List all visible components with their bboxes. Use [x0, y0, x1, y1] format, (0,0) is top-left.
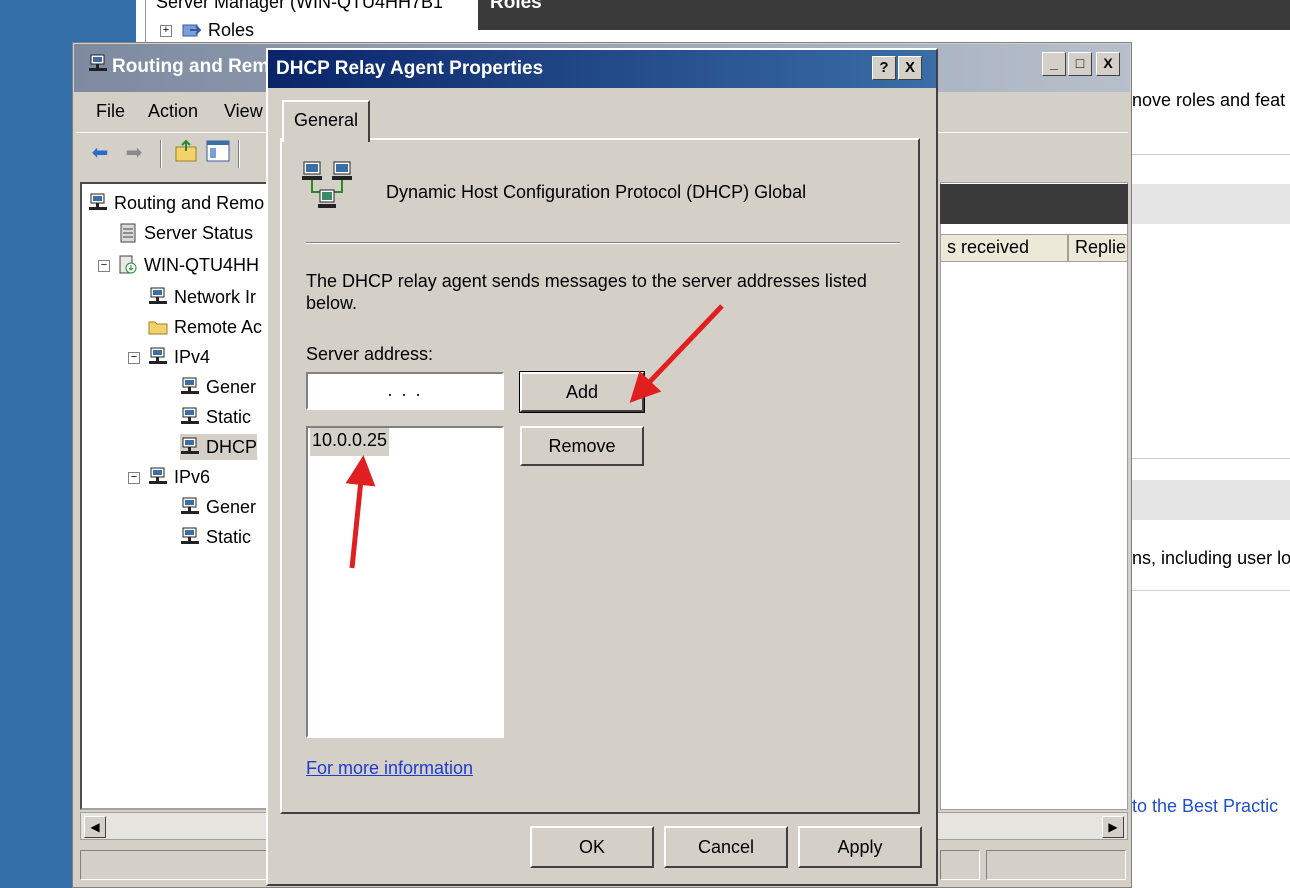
network-icon [148, 467, 168, 487]
show-hide-tree-icon[interactable] [204, 138, 232, 168]
separator [306, 242, 900, 244]
column-header-replies[interactable]: Replie [1068, 234, 1128, 262]
maximize-button[interactable]: □ [1068, 52, 1092, 76]
tree-item-label: Network Ir [174, 286, 257, 307]
tree-item-ipv4[interactable]: IPv4 [148, 344, 210, 370]
dhcp-network-icon [300, 160, 360, 218]
server-node-icon [118, 255, 138, 275]
tree-item-routing-root[interactable]: Routing and Remo [88, 190, 264, 216]
network-icon [180, 407, 200, 427]
rra-title: Routing and Rem [112, 56, 270, 77]
server-list[interactable] [306, 426, 504, 738]
dialog-close-button[interactable]: X [898, 56, 922, 80]
scroll-right-icon[interactable]: ▶ [1102, 816, 1124, 838]
tree-item-ipv6-static[interactable]: Static [180, 524, 251, 550]
toolbar-separator [160, 140, 162, 168]
server-address-label: Server address: [306, 344, 434, 364]
divider [1128, 590, 1290, 591]
server-computer-icon [88, 193, 108, 213]
description-text: The DHCP relay agent sends messages to t… [306, 271, 867, 313]
status-cell [940, 850, 980, 880]
console-tree: Routing and Remo Server Status − WIN-QTU… [80, 182, 270, 810]
up-folder-icon[interactable] [172, 138, 200, 168]
back-arrow-icon[interactable]: ⬅ [86, 138, 114, 168]
network-icon [180, 527, 200, 547]
server-manager-tree: Server Manager (WIN-QTU4HH7B1 + Roles [145, 0, 475, 42]
server-address-input[interactable]: . . . [306, 372, 504, 410]
more-info-link[interactable]: For more information [306, 758, 473, 779]
network-icon [180, 377, 200, 397]
server-manager-root-node[interactable]: Server Manager (WIN-QTU4HH7B1 [156, 0, 443, 13]
tree-item-ipv6[interactable]: IPv6 [148, 464, 210, 490]
remove-button[interactable]: Remove [520, 426, 644, 466]
roles-header-title: Roles [490, 0, 542, 13]
tree-item-label: Gener [206, 496, 257, 517]
tree-item-server[interactable]: WIN-QTU4HH [118, 252, 259, 278]
roles-node[interactable]: Roles [208, 20, 254, 41]
cancel-button[interactable]: Cancel [664, 826, 788, 868]
tree-item-label: Server Status [144, 222, 254, 243]
tree-item-label: Static [206, 406, 252, 427]
roles-summary-text: nove roles and feat [1132, 90, 1286, 110]
server-list-item[interactable]: 10.0.0.25 [310, 428, 390, 456]
tab-general[interactable]: General [282, 100, 370, 142]
status-cell [986, 850, 1126, 880]
tree-item-server-status[interactable]: Server Status [118, 220, 253, 246]
network-icon [180, 497, 200, 517]
tree-item-label: Gener [206, 376, 257, 397]
help-button[interactable]: ? [872, 56, 896, 80]
status-cell [80, 850, 270, 880]
close-button[interactable]: X [1096, 52, 1120, 76]
folder-icon [148, 317, 168, 337]
dhcp-header-text: Dynamic Host Configuration Protocol (DHC… [386, 182, 807, 202]
best-practices-link[interactable]: to the Best Practic [1132, 796, 1278, 817]
divider [1128, 154, 1290, 155]
tree-item-label: DHCP [206, 436, 258, 457]
server-manager-content [1128, 30, 1290, 888]
menu-view[interactable]: View [224, 101, 263, 122]
tree-item-ipv6-general[interactable]: Gener [180, 494, 256, 520]
tree-item-network-interfaces[interactable]: Network Ir [148, 284, 256, 310]
divider [1128, 458, 1290, 459]
tree-item-label: Static [206, 526, 252, 547]
tree-expander-ipv6[interactable]: − [128, 472, 140, 484]
tree-item-remote-access[interactable]: Remote Ac [148, 314, 262, 340]
desktop-background [0, 0, 72, 888]
rra-window-icon [88, 54, 108, 74]
dialog-title: DHCP Relay Agent Properties [276, 58, 544, 79]
minimize-button[interactable]: _ [1042, 52, 1066, 76]
tree-expander-ipv4[interactable]: − [128, 352, 140, 364]
menu-file[interactable]: File [96, 101, 125, 122]
details-header-band [940, 184, 1128, 224]
network-icon [148, 347, 168, 367]
features-summary-text: ns, including user lo [1132, 548, 1290, 568]
forward-arrow-icon[interactable]: ➡ [120, 138, 148, 168]
section-header-band [1128, 480, 1290, 520]
details-pane [940, 182, 1128, 810]
tree-expander-server[interactable]: − [98, 260, 110, 272]
tree-item-ipv4-static[interactable]: Static [180, 404, 251, 430]
tree-item-label: Routing and Remo [114, 192, 265, 213]
apply-button[interactable]: Apply [798, 826, 922, 868]
ok-button[interactable]: OK [530, 826, 654, 868]
add-button[interactable]: Add [519, 371, 645, 413]
section-header-band [1128, 184, 1290, 224]
scroll-left-icon[interactable]: ◀ [84, 816, 106, 838]
toolbar-separator [238, 140, 240, 168]
desktop-background-top [72, 0, 136, 42]
tree-item-ipv4-dhcp[interactable]: DHCP [180, 434, 258, 460]
roles-icon [182, 22, 202, 38]
tree-item-label: WIN-QTU4HH [144, 254, 259, 275]
column-header-received[interactable]: s received [940, 234, 1068, 262]
tree-item-ipv4-general[interactable]: Gener [180, 374, 256, 400]
tree-item-label: IPv4 [174, 346, 211, 367]
network-icon [180, 437, 200, 457]
network-icon [148, 287, 168, 307]
roles-expander[interactable]: + [160, 25, 172, 37]
server-status-icon [118, 223, 138, 243]
tree-item-label: IPv6 [174, 466, 211, 487]
menu-action[interactable]: Action [148, 101, 198, 122]
roles-header: Roles [478, 0, 1290, 30]
tree-item-label: Remote Ac [174, 316, 263, 337]
